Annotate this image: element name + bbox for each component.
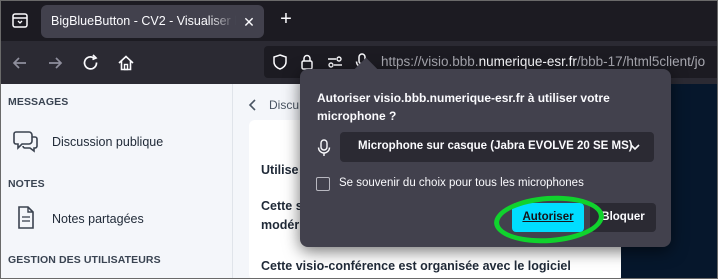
- url-domain: numerique-esr.fr: [478, 54, 577, 69]
- reload-icon[interactable]: [81, 53, 101, 73]
- message-line: Cette s: [261, 199, 303, 213]
- shield-icon[interactable]: [271, 53, 289, 71]
- sidebar-item-label: Discussion publique: [52, 135, 164, 149]
- browser-window: BigBlueButton - CV2 - Visualiser la p ✕ …: [0, 0, 718, 279]
- sidebar-item-label: Notes partagées: [52, 212, 144, 226]
- remember-checkbox-label[interactable]: Se souvenir du choix pour tous les micro…: [339, 177, 584, 189]
- microphone-icon: [317, 139, 331, 156]
- permission-message: Autoriser visio.bbb.numerique-esr.fr à u…: [317, 91, 610, 123]
- new-tab-button[interactable]: +: [275, 9, 297, 31]
- url-path: /bbb-17/html5client/jo: [576, 54, 706, 69]
- home-icon[interactable]: [116, 53, 136, 73]
- message-line: modér: [261, 218, 300, 232]
- forward-arrow-icon[interactable]: [45, 53, 65, 73]
- sidebar-item-public-chat[interactable]: Discussion publique: [10, 125, 230, 159]
- panel-title: Discu: [269, 98, 300, 112]
- sidebar: MESSAGES Discussion publique NOTES Notes…: [1, 84, 233, 278]
- remember-checkbox[interactable]: [316, 177, 330, 191]
- section-title-messages: MESSAGES: [8, 96, 69, 108]
- sidebar-item-shared-notes[interactable]: Notes partagées: [10, 202, 230, 236]
- tabs-icon: [12, 13, 28, 28]
- message-line: Utilise: [261, 163, 299, 177]
- tab-strip: BigBlueButton - CV2 - Visualiser la p ✕ …: [1, 1, 717, 41]
- microphone-permission-popup: Autoriser visio.bbb.numerique-esr.fr à u…: [300, 57, 671, 247]
- section-title-user-management: GESTION DES UTILISATEURS: [8, 254, 161, 266]
- url-prefix: https://visio.bbb.: [381, 54, 479, 69]
- chevron-down-icon: [630, 144, 640, 151]
- chat-icon: [13, 131, 38, 153]
- tab-bigbluebutton[interactable]: BigBlueButton - CV2 - Visualiser la p ✕: [41, 5, 264, 38]
- section-title-notes: NOTES: [8, 178, 45, 190]
- microphone-device-select[interactable]: Microphone sur casque (Jabra EVOLVE 20 S…: [340, 132, 654, 162]
- document-icon: [18, 206, 34, 229]
- tab-title: BigBlueButton - CV2 - Visualiser la p: [51, 14, 236, 28]
- back-arrow-icon[interactable]: [10, 53, 30, 73]
- close-tab-icon[interactable]: ✕: [240, 13, 258, 31]
- url-text[interactable]: https://visio.bbb.numerique-esr.fr/bbb-1…: [381, 54, 705, 69]
- selected-device: Microphone sur casque (Jabra EVOLVE 20 S…: [358, 140, 633, 152]
- list-all-tabs-button[interactable]: [8, 10, 32, 32]
- chevron-left-icon[interactable]: [247, 98, 259, 112]
- message-line: Cette visio-conférence est organisée ave…: [261, 259, 571, 273]
